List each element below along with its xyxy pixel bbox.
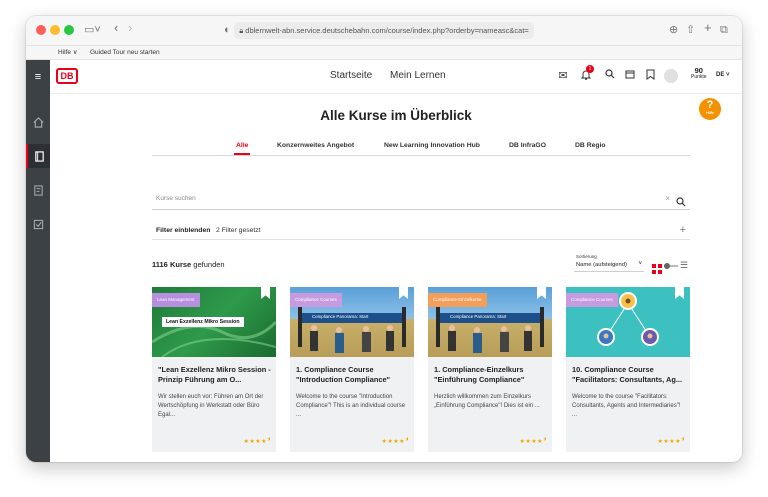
tabs-overview-icon[interactable]: ⧉	[720, 23, 728, 37]
rating-stars: ★★★★★	[243, 437, 270, 445]
url-bar[interactable]: 🔒︎ dblernwelt-abn.service.deutschebahn.c…	[234, 22, 534, 39]
language-select[interactable]: DE ˅	[716, 72, 730, 78]
list-view-icon[interactable]: ☰	[680, 260, 688, 271]
courses-icon[interactable]	[26, 144, 50, 168]
course-description: Welcome to the course "Introduction Comp…	[296, 394, 406, 418]
site-header: DB Startseite Mein Lernen ✉ 1 90 Punkte …	[50, 60, 742, 94]
rating-stars: ★★★★★	[381, 437, 408, 445]
download-icon[interactable]: ⊕	[669, 23, 678, 37]
tab-db-regio[interactable]: DB Regio	[575, 142, 606, 149]
tab-new-learning-innovation-hub[interactable]: New Learning Innovation Hub	[384, 142, 480, 149]
course-tag: Lean Management	[152, 293, 200, 307]
share-icon[interactable]: ⇧	[686, 23, 695, 37]
nav-mein-lernen[interactable]: Mein Lernen	[390, 70, 446, 81]
main-content: Alle Kurse im Überblick Alle Konzernweit…	[50, 94, 742, 462]
course-description: Wir stellen euch vor: Führen am Ort der …	[158, 394, 264, 418]
category-tabs: Alle Konzernweites Angebot New Learning …	[152, 140, 690, 156]
sort-label: Sortierung	[576, 254, 597, 259]
page-title: Alle Kurse im Überblick	[320, 108, 472, 123]
back-icon[interactable]: ‹	[114, 21, 118, 35]
filter-label: Filter einblenden	[156, 227, 211, 234]
course-title: 1. Compliance Course "Introduction Compl…	[296, 365, 391, 384]
result-count: 1116 Kurse gefunden	[152, 260, 225, 269]
filter-toggle[interactable]: Filter einblenden 2 Filter gesetzt +	[152, 224, 690, 240]
chevron-down-icon: ˅	[638, 261, 642, 267]
help-label: Hilfe	[706, 111, 714, 115]
course-image-caption: Compliance Panorama: Start	[312, 314, 369, 319]
tab-db-infrago[interactable]: DB InfraGO	[509, 142, 546, 149]
mail-icon[interactable]: ✉	[556, 69, 570, 83]
course-image-caption: Lean Exzellenz Mikro Session	[162, 317, 244, 327]
course-card[interactable]: Compliance Courses 10. Compliance Course…	[566, 287, 690, 452]
points-label: Punkte	[691, 74, 707, 80]
notification-badge: 1	[586, 65, 594, 73]
help-button[interactable]: ? Hilfe	[699, 98, 721, 120]
menu-icon[interactable]: ≡	[26, 60, 50, 94]
plus-icon: +	[679, 224, 686, 236]
url-text: dblernwelt-abn.service.deutschebahn.com/…	[245, 26, 529, 35]
bookmark-hilfe[interactable]: Hilfe ∨	[58, 46, 78, 60]
calendar-icon[interactable]	[623, 69, 637, 83]
notes-icon[interactable]	[26, 178, 50, 202]
left-rail: ≡	[26, 60, 50, 462]
view-toggle[interactable]	[664, 263, 678, 269]
search-icon[interactable]	[603, 69, 617, 83]
shield-icon: ◐	[224, 24, 231, 36]
search-input[interactable]: Kurse suchen ×	[152, 190, 690, 210]
zoom-window-button[interactable]	[64, 25, 74, 35]
nav-startseite[interactable]: Startseite	[330, 70, 372, 81]
filter-count: 2 Filter gesetzt	[216, 227, 261, 234]
course-title: "Lean Exzellenz Mikro Session - Prinzip …	[158, 365, 271, 384]
chevron-down-icon: ˅	[726, 72, 730, 78]
sort-select[interactable]: Sortierung Name (aufsteigend) ˅	[574, 254, 644, 272]
rating-stars: ★★★★★	[657, 437, 684, 445]
bookmark-icon[interactable]	[643, 69, 657, 83]
browser-toolbar: ▭˅ ‹ › ◐ 🔒︎ dblernwelt-abn.service.deuts…	[26, 16, 742, 46]
forward-icon[interactable]: ›	[128, 21, 132, 35]
search-submit-icon[interactable]	[676, 194, 686, 212]
course-tag: Compliance-Einzelkurse	[428, 293, 487, 307]
course-tag: Compliance Courses	[290, 293, 342, 307]
course-image-caption: Compliance Panorama: Start	[450, 314, 507, 319]
course-description: Welcome to the course "Facilitators: Con…	[572, 394, 681, 418]
language-value: DE	[716, 72, 725, 78]
course-title: 10. Compliance Course "Facilitators: Con…	[572, 365, 682, 384]
new-tab-icon[interactable]: +	[704, 21, 712, 35]
bookmark-bar: Hilfe ∨ Guided Tour neu starten	[26, 46, 742, 60]
grid-view-icon[interactable]	[652, 261, 662, 279]
search-placeholder: Kurse suchen	[156, 195, 196, 202]
close-window-button[interactable]	[36, 25, 46, 35]
result-count-suffix: gefunden	[193, 260, 225, 269]
points-display[interactable]: 90 Punkte	[691, 67, 707, 81]
course-card[interactable]: Compliance Panorama: Start Compliance Co…	[290, 287, 414, 452]
avatar[interactable]	[664, 69, 678, 83]
home-icon[interactable]	[26, 110, 50, 134]
rating-stars: ★★★★★	[519, 437, 546, 445]
course-description: Herzlich willkommen zum Einzelkurs „Einf…	[434, 394, 540, 409]
checkbox-icon[interactable]	[26, 212, 50, 236]
sort-value: Name (aufsteigend)	[576, 262, 627, 268]
bookmark-guided-tour[interactable]: Guided Tour neu starten	[90, 46, 160, 60]
course-card[interactable]: Lean Exzellenz Mikro Session Lean Manage…	[152, 287, 276, 452]
help-symbol: ?	[706, 99, 714, 111]
tab-alle[interactable]: Alle	[233, 142, 252, 155]
points-value: 90	[694, 66, 703, 75]
course-card[interactable]: Compliance Panorama: Start Compliance-Ei…	[428, 287, 552, 452]
browser-window: ▭˅ ‹ › ◐ 🔒︎ dblernwelt-abn.service.deuts…	[26, 16, 742, 462]
tab-konzernweites-angebot[interactable]: Konzernweites Angebot	[277, 142, 354, 149]
minimize-window-button[interactable]	[50, 25, 60, 35]
db-logo[interactable]: DB	[56, 68, 78, 84]
sidebar-toggle-icon[interactable]: ▭˅	[84, 23, 101, 37]
clear-icon[interactable]: ×	[665, 194, 670, 203]
course-title: 1. Compliance-Einzelkurs "Einführung Com…	[434, 365, 525, 384]
result-count-number: 1116 Kurse	[152, 260, 192, 269]
course-tag: Compliance Courses	[566, 293, 618, 307]
